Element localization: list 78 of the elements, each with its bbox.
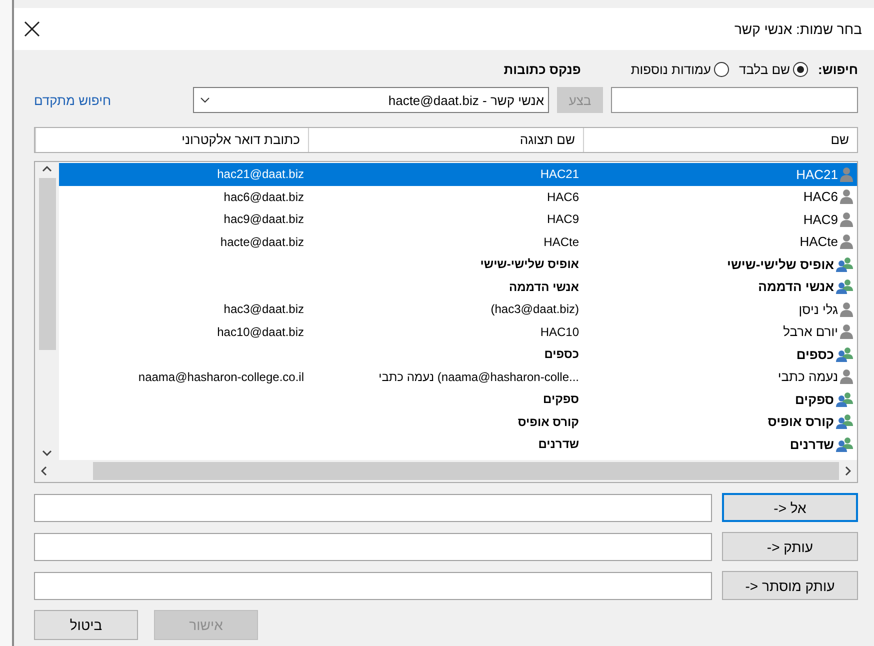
group-icon: [836, 279, 853, 294]
table-cell: יורם ארבל: [783, 324, 838, 340]
recipient-field[interactable]: [34, 532, 712, 560]
dialog-button[interactable]: ביטול: [34, 610, 138, 640]
table-row[interactable]: קורס אופיס קורס אופיס: [59, 410, 857, 433]
table-cell: HACte: [544, 234, 579, 249]
recipient-button[interactable]: -> אל: [722, 493, 858, 522]
table-cell: גלי ניסן: [798, 302, 838, 317]
address-book-label: פנקס כתובות: [504, 62, 581, 77]
table-row[interactable]: אנשי הדממה אנשי הדממה: [59, 276, 857, 298]
recipient-field[interactable]: [34, 572, 712, 600]
group-icon: [836, 256, 853, 272]
table-cell: HAC21: [540, 167, 579, 182]
person-icon: [840, 166, 853, 182]
table-row[interactable]: hac6@daat.biz HAC6 HAC6: [59, 186, 857, 208]
table-cell: אופיס שלישי-שישי: [480, 257, 579, 272]
radio-option[interactable]: שם בלבד: [738, 62, 808, 77]
table-row[interactable]: ספקים ספקים: [59, 388, 857, 410]
person-icon: [840, 234, 853, 250]
table-cell: ספקים: [795, 392, 834, 407]
column-header[interactable]: שם תצוגה: [308, 128, 583, 152]
group-icon: [836, 414, 853, 430]
radio-option[interactable]: עמודות נוספות: [630, 62, 729, 77]
table-cell: hac3@daat.biz: [224, 302, 304, 316]
table-cell: hac10@daat.biz: [217, 324, 304, 339]
table-row[interactable]: אופיס שלישי-שישי אופיס שלישי-שישי: [59, 253, 857, 276]
table-cell: (hac3@daat.biz): [490, 302, 579, 316]
person-icon: [840, 302, 853, 317]
table-cell: HACte: [800, 234, 838, 250]
vertical-scrollbar[interactable]: [35, 162, 59, 460]
table-cell: hac9@daat.biz: [224, 212, 304, 226]
column-header[interactable]: כתובת דואר אלקטרוני: [35, 128, 308, 152]
recipient-button[interactable]: -> עותק מוסתר: [722, 571, 858, 600]
table-cell: hac21@daat.biz: [217, 167, 304, 182]
column-header[interactable]: שם: [583, 128, 857, 152]
table-row[interactable]: hacte@daat.biz HACte HACte: [59, 230, 857, 253]
person-icon: [840, 189, 853, 204]
table-cell: HAC9: [546, 212, 579, 226]
table-row[interactable]: hac9@daat.biz HAC9 HAC9: [59, 208, 857, 230]
table-cell: HAC21: [796, 166, 838, 182]
advanced-search-link[interactable]: חיפוש מתקדם: [34, 92, 112, 108]
table-row[interactable]: שדרנים שדרנים: [59, 433, 857, 456]
table-cell: שדרנים: [790, 436, 834, 452]
group-icon: [836, 392, 853, 407]
window-title: בחר שמות: אנשי קשר: [734, 21, 862, 37]
table-cell: נעמה כתבי (naama@hasharon-colle...: [378, 370, 579, 384]
table-cell: HAC6: [803, 189, 838, 204]
group-icon: [836, 436, 853, 452]
table-row[interactable]: כספים כספים: [59, 343, 857, 366]
table-cell: נעמה כתבי: [778, 369, 838, 384]
table-cell: קורס אופיס: [518, 414, 579, 429]
table-cell: hacte@daat.biz: [220, 234, 304, 249]
recipient-field[interactable]: [34, 494, 712, 522]
table-cell: קורס אופיס: [768, 414, 834, 430]
search-label: חיפוש:: [818, 62, 858, 77]
caret-icon: [200, 97, 210, 103]
person-icon: [840, 369, 853, 384]
person-icon: [840, 324, 853, 340]
table-cell: אנשי הדממה: [758, 279, 834, 294]
table-cell: HAC6: [546, 190, 579, 204]
person-icon: [840, 212, 853, 227]
table-cell: HAC10: [540, 324, 579, 339]
table-cell: כספים: [544, 347, 579, 362]
table-cell: hac6@daat.biz: [224, 190, 304, 204]
table-cell: HAC9: [803, 212, 838, 227]
address-book-dropdown[interactable]: אנשי קשר - hacte@daat.biz: [193, 87, 549, 113]
table-cell: כספים: [796, 346, 834, 362]
table-cell: שדרנים: [538, 437, 579, 452]
table-cell: naama@hasharon-college.co.il: [138, 370, 304, 384]
search-field[interactable]: [611, 87, 858, 113]
table-cell: אופיס שלישי-שישי: [727, 256, 834, 272]
table-row[interactable]: hac21@daat.biz HAC21 HAC21: [59, 163, 857, 186]
group-icon: [836, 346, 853, 362]
table-cell: אנשי הדממה: [508, 280, 579, 294]
recipient-button[interactable]: -> עותק: [722, 532, 858, 561]
close-icon[interactable]: [24, 21, 40, 37]
horizontal-scrollbar[interactable]: [35, 460, 857, 482]
table-cell: ספקים: [543, 392, 579, 406]
